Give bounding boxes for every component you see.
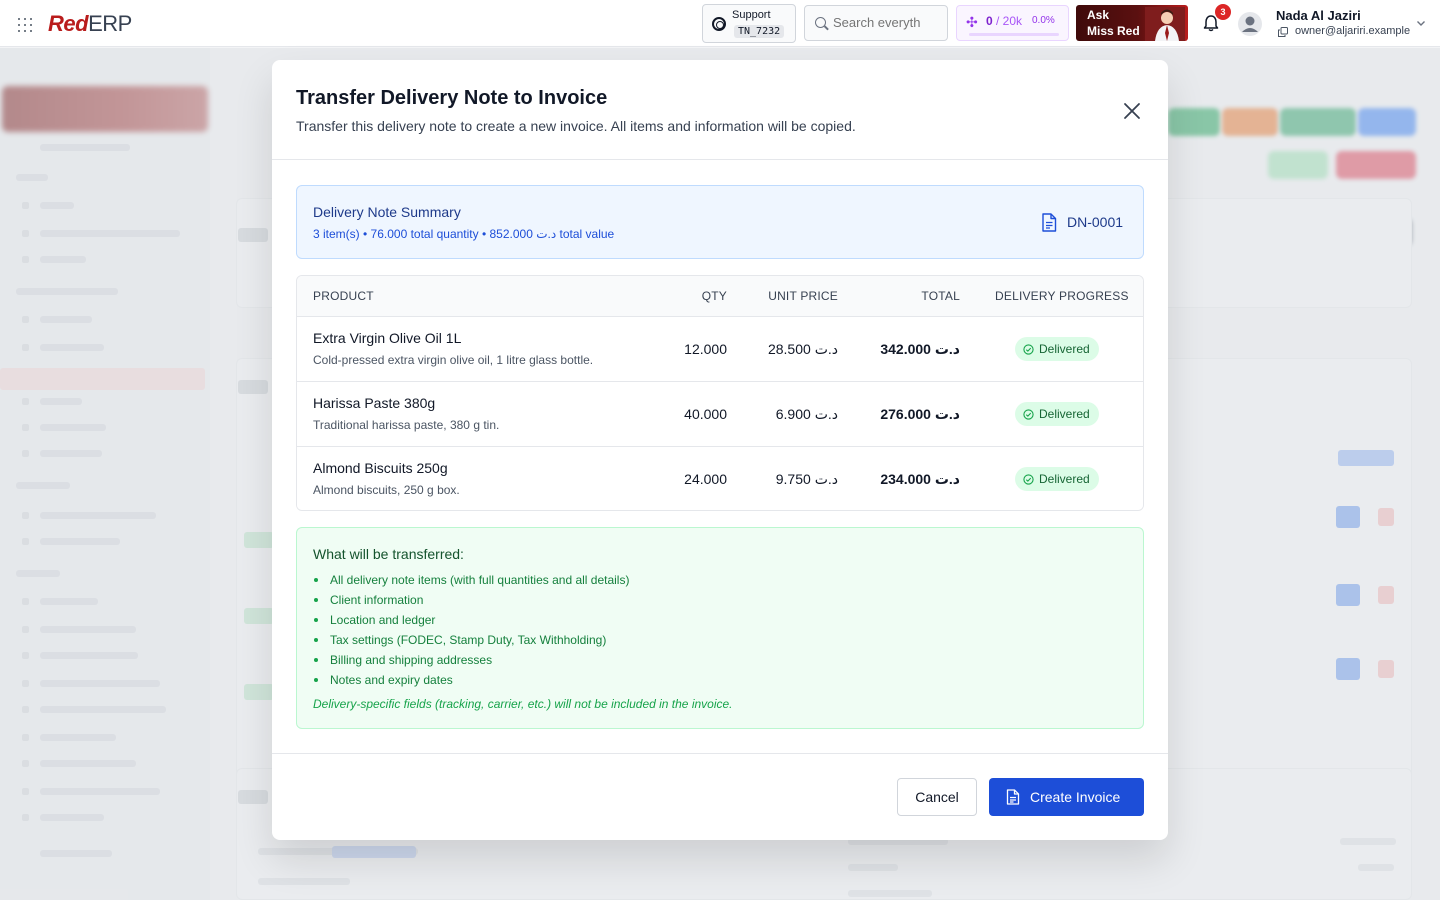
row-qty: 24.000 [684,471,727,487]
table-header: PRODUCT QTY UNIT PRICE TOTAL DELIVERY PR… [297,276,1143,316]
delivery-note-summary: Delivery Note Summary 3 item(s) • 76.000… [296,185,1144,259]
sparkle-icon: ✣ [966,14,978,30]
top-bar: RedERP Support TN_7232 ✣ 0 / 20k 0.0% As… [0,0,1440,47]
lifebuoy-icon [712,17,726,31]
support-label: Support [732,9,771,21]
status-badge: Delivered [1015,402,1099,426]
dialog-subtitle: Transfer this delivery note to create a … [296,118,856,134]
transfer-note: Delivery-specific fields (tracking, carr… [313,697,733,711]
product-name: Almond Biscuits 250g [313,460,448,476]
assistant-avatar-icon [1145,7,1185,41]
ask-label-line2: Miss Red [1087,24,1140,38]
header-total: TOTAL [921,289,960,303]
header-product: PRODUCT [313,289,374,303]
product-description: Almond biscuits, 250 g box. [313,483,460,497]
credits-used: 0 [986,14,993,28]
product-description: Traditional harissa paste, 380 g tin. [313,418,500,432]
status-label: Delivered [1039,472,1090,486]
document-icon [1006,789,1020,805]
user-email: owner@aljariri.example [1295,25,1411,37]
search-icon [815,17,826,28]
row-qty: 12.000 [684,341,727,357]
list-item: Notes and expiry dates [313,672,629,692]
table-row: Extra Virgin Olive Oil 1L Cold-pressed e… [297,316,1143,381]
header-unit-price: UNIT PRICE [768,289,838,303]
delivery-note-number: DN-0001 [1067,214,1124,230]
credits-limit: / 20k [996,14,1023,28]
document-icon [1042,213,1057,232]
ai-credits-meter[interactable]: ✣ 0 / 20k 0.0% [956,5,1069,41]
row-total: 276.000 د.ت [880,406,960,422]
app-logo[interactable]: RedERP [48,11,132,37]
logo-erp: ERP [88,11,132,36]
create-invoice-button[interactable]: Create Invoice [989,778,1144,816]
search-box[interactable] [804,5,948,41]
row-qty: 40.000 [684,406,727,422]
dialog-footer-divider [272,753,1168,754]
row-unit-price: 9.750 د.ت [775,471,838,487]
support-button[interactable]: Support TN_7232 [702,4,796,43]
cancel-button[interactable]: Cancel [897,778,977,816]
list-item: Billing and shipping addresses [313,652,629,672]
table-row: Harissa Paste 380g Traditional harissa p… [297,381,1143,446]
notification-count-badge: 3 [1215,4,1231,20]
ask-label-line1: Ask [1087,8,1110,22]
user-name[interactable]: Nada Al Jaziri [1276,8,1361,23]
row-total: 342.000 د.ت [880,341,960,357]
list-item: Tax settings (FODEC, Stamp Duty, Tax Wit… [313,632,629,652]
ask-miss-red-button[interactable]: Ask Miss Red [1076,5,1188,41]
list-item: Client information [313,592,629,612]
check-circle-icon [1023,343,1034,355]
logo-red: Red [48,11,89,36]
status-badge: Delivered [1015,337,1099,361]
copy-icon[interactable] [1278,27,1288,37]
chevron-down-icon[interactable] [1416,18,1426,28]
product-name: Extra Virgin Olive Oil 1L [313,330,462,346]
search-input[interactable] [833,15,943,30]
row-total: 234.000 د.ت [880,471,960,487]
status-label: Delivered [1039,342,1090,356]
apps-grid-icon[interactable] [18,18,32,32]
summary-totals: 3 item(s) • 76.000 total quantity • 852.… [313,227,615,241]
transfer-dialog: Transfer Delivery Note to Invoice Transf… [272,60,1168,840]
header-qty: QTY [701,289,727,303]
check-circle-icon [1023,473,1034,485]
table-row: Almond Biscuits 250g Almond biscuits, 25… [297,446,1143,510]
status-badge: Delivered [1015,467,1099,491]
items-table: PRODUCT QTY UNIT PRICE TOTAL DELIVERY PR… [296,275,1144,511]
dialog-header-divider [272,159,1168,160]
dialog-title: Transfer Delivery Note to Invoice [296,87,608,109]
transfer-title: What will be transferred: [313,546,464,562]
user-avatar-icon[interactable] [1238,12,1262,36]
close-icon[interactable] [1121,100,1143,122]
support-ticket-code: TN_7232 [734,25,785,38]
transfer-list: All delivery note items (with full quant… [313,572,629,692]
check-circle-icon [1023,408,1034,420]
product-name: Harissa Paste 380g [313,395,436,411]
list-item: Location and ledger [313,612,629,632]
header-delivery-progress: DELIVERY PROGRESS [995,289,1129,303]
product-description: Cold-pressed extra virgin olive oil, 1 l… [313,353,594,367]
row-unit-price: 6.900 د.ت [775,406,838,422]
credits-percent: 0.0% [1032,15,1055,26]
credits-progress-bar [969,33,1059,36]
transfer-info-box: What will be transferred: All delivery n… [296,527,1144,729]
list-item: All delivery note items (with full quant… [313,572,629,592]
row-unit-price: 28.500 د.ت [767,341,838,357]
status-label: Delivered [1039,407,1090,421]
summary-title: Delivery Note Summary [313,204,461,220]
create-invoice-label: Create Invoice [1030,789,1121,805]
